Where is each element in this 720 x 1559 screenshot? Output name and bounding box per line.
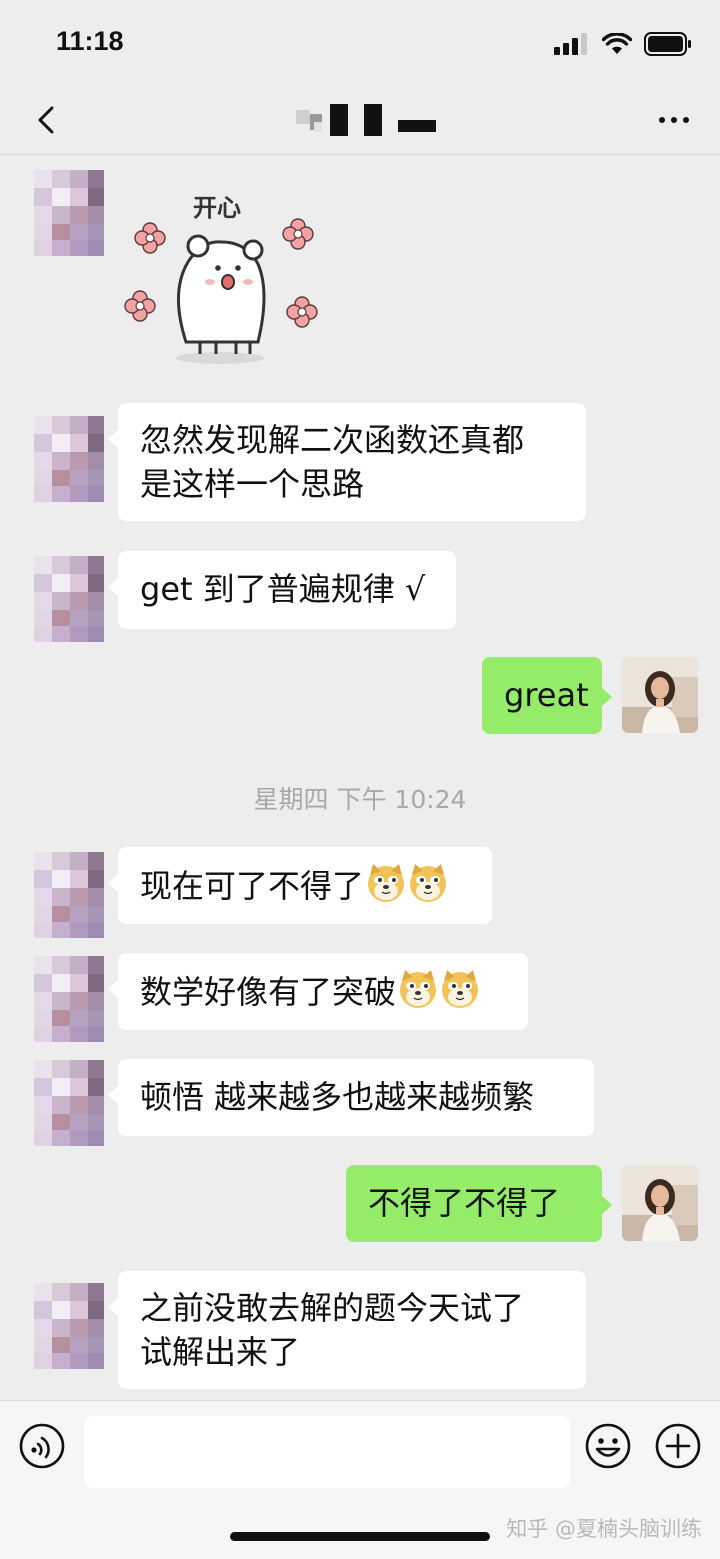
chat-header [0, 88, 720, 155]
message-text: 之前没敢去解的题今天试了 [140, 1289, 525, 1327]
message-bubble[interactable]: get 到了普遍规律 √ [108, 551, 456, 629]
contact-avatar[interactable] [34, 956, 104, 1042]
contact-avatar[interactable] [34, 416, 104, 502]
doge-icon [409, 863, 447, 903]
chat-timestamp: 星期四 下午 10:24 [253, 785, 467, 814]
voice-input-button[interactable] [18, 1422, 66, 1470]
message-input[interactable] [84, 1416, 570, 1488]
contact-avatar[interactable] [34, 852, 104, 938]
more-functions-button[interactable] [654, 1422, 702, 1470]
wifi-icon [602, 33, 632, 54]
status-time: 11:18 [56, 26, 124, 56]
message-bubble[interactable]: 现在可了不得了 [108, 847, 492, 924]
more-horizontal-icon [659, 117, 689, 123]
status-bar: 11:18 [0, 0, 720, 88]
pixelated-name-image [296, 104, 436, 136]
watermark: 知乎 @夏楠头脑训练 [506, 1517, 702, 1541]
message-text: 试解出来了 [140, 1333, 301, 1371]
plus-icon [655, 1423, 701, 1469]
voice-icon [19, 1423, 65, 1469]
message-text: 现在可了不得了 [140, 867, 365, 905]
smiley-icon [585, 1423, 631, 1469]
emoji-button[interactable] [584, 1422, 632, 1470]
battery-icon [644, 32, 691, 56]
message-text: great [504, 676, 589, 714]
doge-icon [399, 969, 437, 1009]
cellular-signal-icon [554, 33, 587, 55]
my-message-bubble[interactable]: 不得了不得了 [346, 1165, 612, 1242]
chevron-left-icon [38, 106, 54, 134]
my-avatar[interactable] [622, 657, 698, 733]
contact-avatar[interactable] [34, 1283, 104, 1369]
message-text: 顿悟 越来越多也越来越频繁 [140, 1078, 535, 1116]
message-bubble[interactable]: 顿悟 越来越多也越来越频繁 [108, 1059, 594, 1136]
message-bubble[interactable]: 之前没敢去解的题今天试了 试解出来了 [108, 1271, 586, 1389]
sticker-caption: 开心 [193, 194, 241, 222]
message-text: 不得了不得了 [368, 1184, 561, 1222]
chat-title [292, 102, 442, 142]
my-avatar[interactable] [622, 1165, 698, 1241]
message-text: 忽然发现解二次函数还真都 [140, 421, 525, 459]
back-button[interactable] [30, 98, 70, 142]
contact-avatar[interactable] [34, 556, 104, 642]
home-indicator[interactable] [230, 1532, 490, 1541]
message-text: 数学好像有了突破 [140, 973, 397, 1011]
message-text: get 到了普遍规律 √ [140, 570, 426, 608]
message-text: 是这样一个思路 [140, 465, 365, 503]
doge-icon [441, 969, 479, 1009]
my-message-bubble[interactable]: great [482, 657, 612, 734]
doge-icon [367, 863, 405, 903]
message-bubble[interactable]: 忽然发现解二次函数还真都 是这样一个思路 [108, 403, 586, 521]
message-bubble[interactable]: 数学好像有了突破 [108, 953, 528, 1030]
contact-avatar[interactable] [34, 1060, 104, 1146]
more-options-button[interactable] [654, 100, 694, 140]
contact-avatar[interactable] [34, 170, 104, 256]
